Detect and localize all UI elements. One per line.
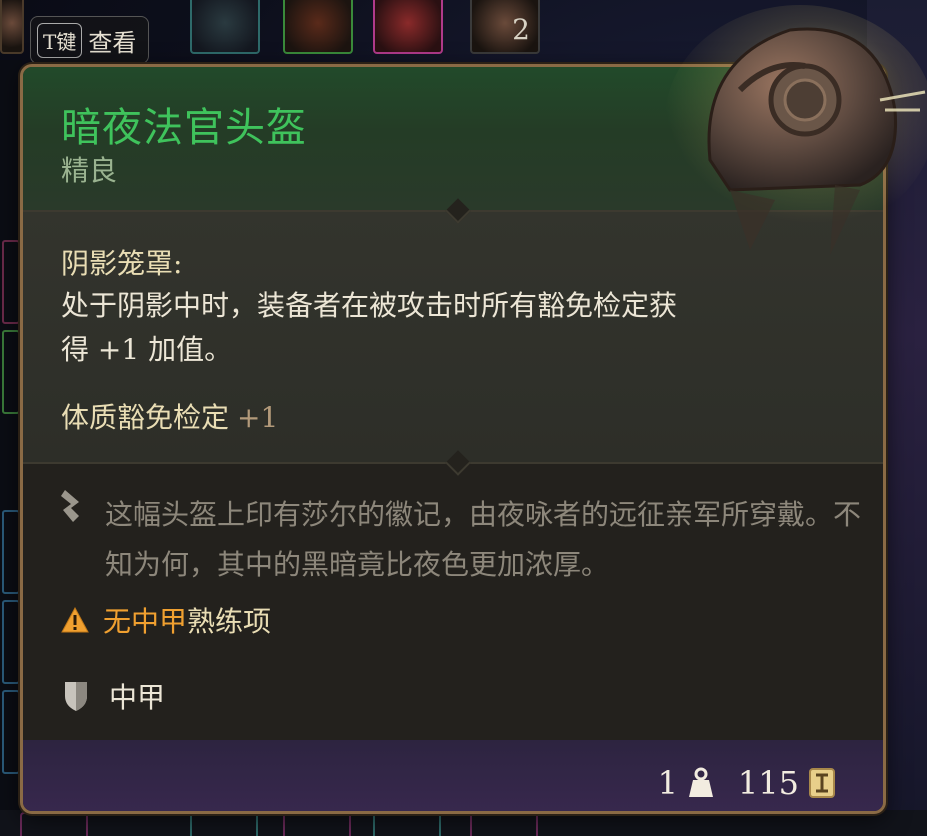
inventory-slot[interactable] (373, 0, 443, 54)
saving-throw-bonus: 体质豁免检定 +1 (61, 396, 278, 436)
info-section: 这幅头盔上印有莎尔的徽记，由夜咏者的远征亲军所穿戴。不知为何，其中的黑暗竟比夜色… (23, 450, 883, 740)
inspect-key-hint[interactable]: T键 查看 (30, 16, 150, 64)
item-rarity: 精良 (61, 154, 118, 187)
proficiency-warning: 无中甲熟练项 (61, 600, 271, 640)
divider (23, 450, 883, 476)
tooltip-footer: 1 115 (23, 740, 883, 811)
armor-type-label: 中甲 (109, 681, 166, 714)
passive-description: 处于阴影中时，装备者在被攻击时所有豁免检定获得 +1 加值。 (61, 289, 678, 366)
item-weight: 1 (657, 764, 678, 802)
armor-type: 中甲 (63, 676, 165, 716)
item-stats: 1 115 (658, 764, 835, 802)
missing-proficiency: 无中甲 (103, 605, 188, 638)
warning-triangle-icon (61, 607, 89, 633)
passive-section: 阴影笼罩: 处于阴影中时，装备者在被攻击时所有豁免检定获得 +1 加值。 体质豁… (23, 198, 883, 462)
proficiency-suffix: 熟练项 (187, 605, 272, 638)
quill-icon (61, 490, 79, 522)
item-tooltip: 暗夜法官头盔 精良 阴影笼罩: 处于阴影中时，装备者在被攻击时所有豁免检定获得 … (20, 64, 886, 814)
item-price: 115 (737, 764, 799, 802)
inventory-slot[interactable]: 2 (470, 0, 540, 54)
gold-coin-icon (809, 768, 835, 798)
divider (23, 198, 883, 224)
bonus-value: +1 (237, 401, 279, 434)
inventory-slot[interactable] (0, 0, 24, 54)
key-hint-label: 查看 (88, 28, 137, 57)
item-lore: 这幅头盔上印有莎尔的徽记，由夜咏者的远征亲军所穿戴。不知为何，其中的黑暗竟比夜色… (105, 498, 862, 581)
key-badge: T键 (37, 22, 83, 58)
inventory-slot[interactable] (283, 0, 353, 54)
stack-count: 2 (512, 13, 530, 46)
weight-icon (688, 767, 713, 797)
shield-icon (65, 682, 87, 711)
item-name: 暗夜法官头盔 (61, 105, 307, 151)
passive-title: 阴影笼罩: (61, 247, 183, 280)
inventory-slot[interactable] (190, 0, 260, 54)
tooltip-header: 暗夜法官头盔 精良 (23, 67, 883, 210)
inventory-side-strip (0, 60, 22, 836)
bonus-label: 体质豁免检定 (61, 401, 230, 434)
